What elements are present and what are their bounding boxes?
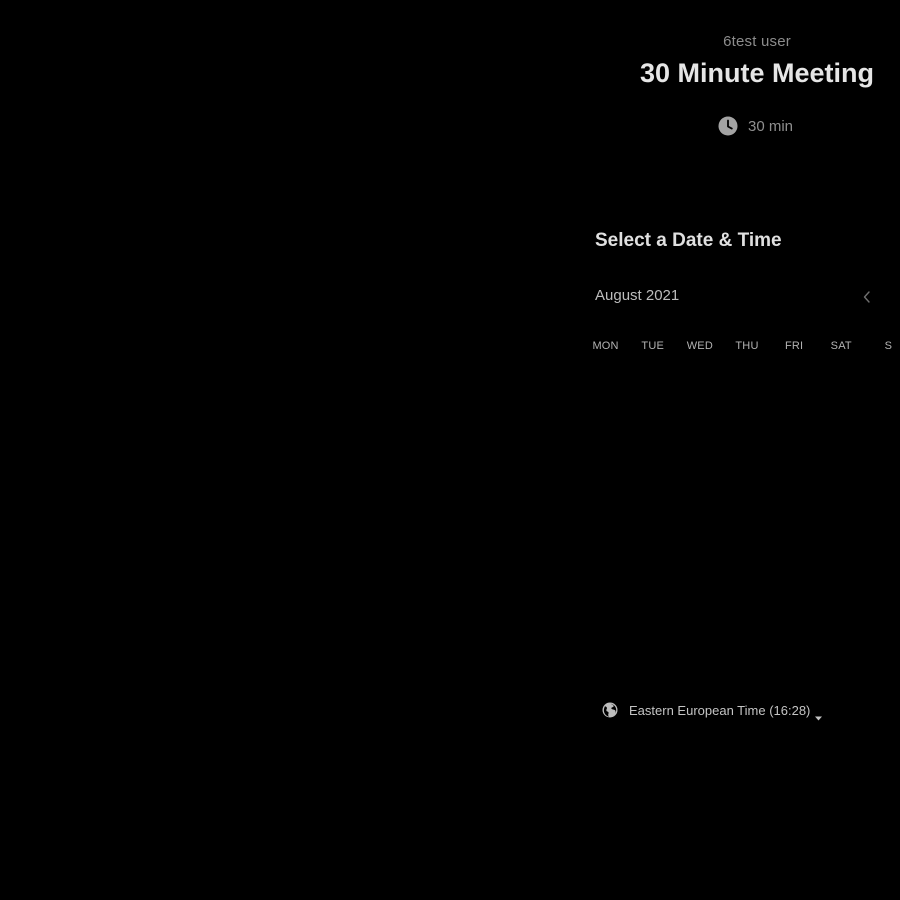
weekday-sun: S (884, 340, 893, 352)
weekday-thu: THU (735, 340, 759, 352)
weekday-header: MON TUE WED THU FRI SAT S (582, 340, 900, 354)
clock-icon (718, 116, 738, 136)
weekday-fri: FRI (784, 340, 804, 352)
weekday-sat: SAT (830, 340, 852, 352)
select-date-time-heading: Select a Date & Time (595, 230, 782, 251)
globe-icon (602, 702, 618, 718)
duration-label: 30 min (748, 117, 794, 135)
previous-month-button[interactable] (858, 287, 876, 307)
weekday-mon: MON (592, 340, 619, 352)
booking-page: 6test user 30 Minute Meeting 30 min Sele… (0, 0, 900, 900)
timezone-selector[interactable]: Eastern European Time (16:28) (602, 700, 823, 720)
timezone-label: Eastern European Time (16:28) (629, 702, 811, 718)
month-label: August 2021 (595, 287, 680, 304)
weekday-wed: WED (686, 340, 713, 352)
host-name: 6test user (723, 33, 791, 50)
weekday-tue: TUE (641, 340, 665, 352)
caret-down-icon (815, 708, 823, 720)
event-duration: 30 min (718, 114, 793, 138)
event-title: 30 Minute Meeting (639, 58, 875, 88)
chevron-left-icon (863, 291, 870, 303)
